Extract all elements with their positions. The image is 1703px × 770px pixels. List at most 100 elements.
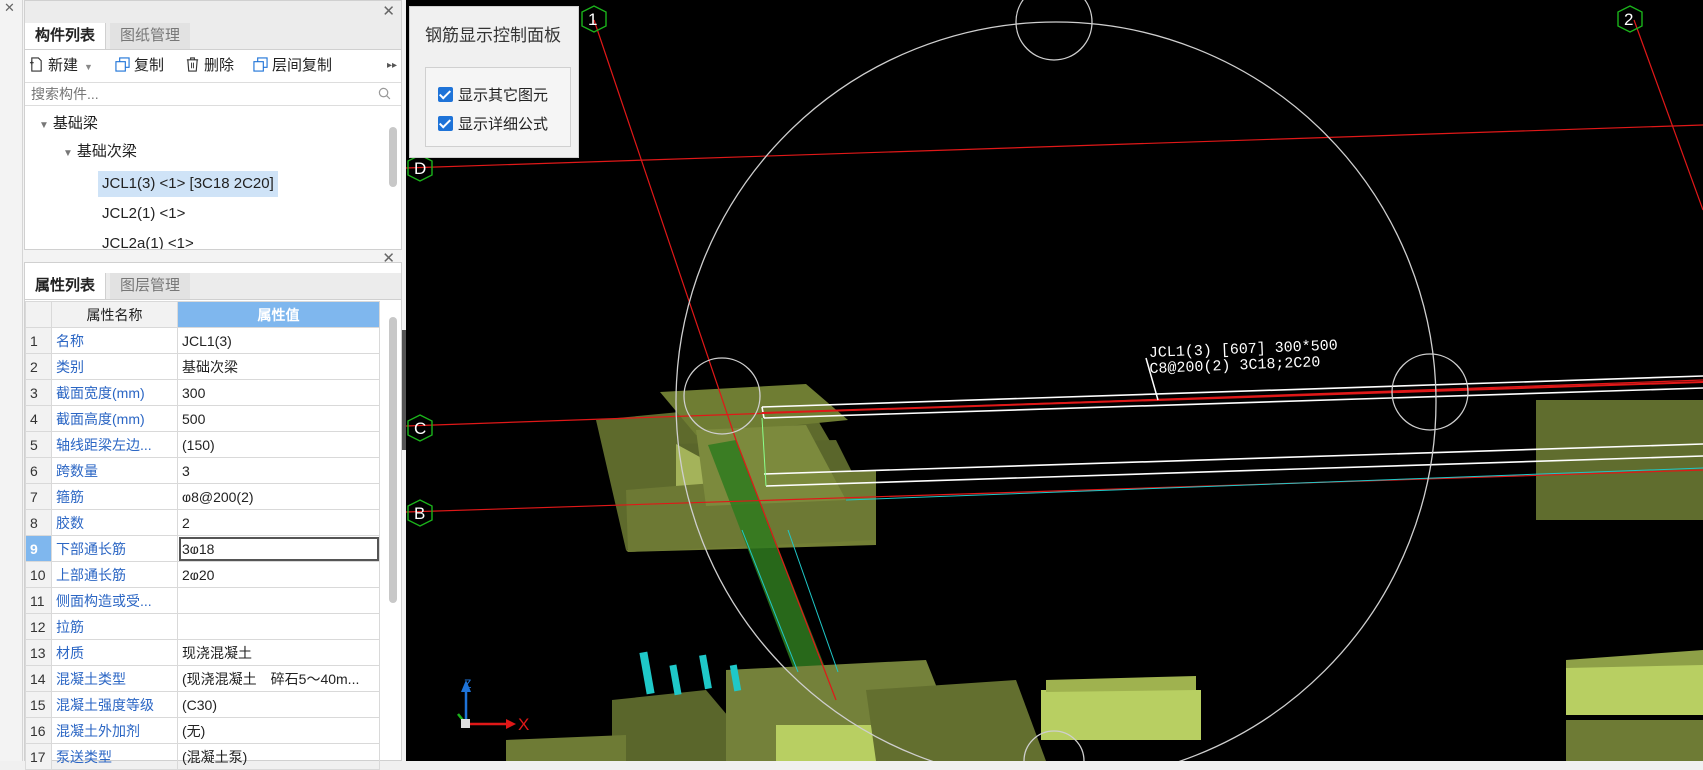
property-value[interactable]: (150) (177, 431, 380, 458)
table-row[interactable]: 6 跨数量 3 (25, 457, 380, 484)
caret-down-icon[interactable]: ▼ (39, 120, 49, 131)
left-dock: ✕ ✕ 构件列表 图纸管理 新建 ▼ 复制 删除 层间复制 ▸▸ 搜索构件...… (0, 0, 404, 770)
table-row[interactable]: 4 截面高度(mm) 500 (25, 405, 380, 432)
tree-item-jcl2a[interactable]: JCL2a(1) <1> (102, 231, 194, 249)
property-name: 轴线距梁左边... (51, 431, 178, 458)
floor-copy-button[interactable]: 层间复制 (253, 56, 332, 76)
copy-button[interactable]: 复制 (115, 56, 164, 76)
property-rows: 1 名称 JCL1(3) 2 类别 基础次梁 3 截面宽度(mm) 300 4 截面高度(mm) 50… (25, 327, 380, 770)
table-row[interactable]: 15 混凝土强度等级 (C30) (25, 691, 380, 718)
property-name: 混凝土强度等级 (51, 691, 178, 718)
property-list-panel: ✕ 属性列表 图层管理 属性名称 属性值 1 名称 JCL1(3) 2 类别 基础次梁 3 截… (24, 250, 402, 770)
property-scrollbar[interactable] (389, 317, 397, 603)
table-row[interactable]: 13 材质 现浇混凝土 (25, 639, 380, 666)
property-value[interactable]: (混凝土泵) (177, 743, 380, 770)
property-name: 侧面构造或受... (51, 587, 178, 614)
axis-label-1: 1 (588, 10, 597, 29)
property-name: 截面宽度(mm) (51, 379, 178, 406)
tree-label: 基础次梁 (76, 143, 137, 160)
property-value[interactable]: ⱷ8@200(2) (177, 483, 380, 510)
caret-down-icon[interactable]: ▼ (63, 148, 73, 159)
property-value[interactable]: (C30) (177, 691, 380, 718)
scene-drawing: 1 2 D C B JCL1(3) [607] 300*500 C8@200(2… (406, 0, 1703, 761)
new-button[interactable]: 新建 ▼ (29, 56, 93, 76)
control-options-group: 显示其它图元 显示详细公式 (425, 67, 571, 147)
show-detailed-formula-checkbox[interactable]: 显示详细公式 (438, 115, 548, 135)
property-value[interactable]: 2ⱷ20 (177, 561, 380, 588)
table-row[interactable]: 1 名称 JCL1(3) (25, 327, 380, 354)
property-name: 跨数量 (51, 457, 178, 484)
property-value[interactable]: (无) (177, 717, 380, 744)
tree-node-secondary-beam[interactable]: ▼ 基础次梁 (63, 139, 137, 165)
row-number: 17 (25, 743, 52, 770)
close-icon[interactable]: ✕ (4, 0, 15, 16)
property-value[interactable]: JCL1(3) (177, 327, 380, 354)
table-row[interactable]: 5 轴线距梁左边... (150) (25, 431, 380, 458)
property-value[interactable] (177, 587, 380, 614)
property-name: 混凝土外加剂 (51, 717, 178, 744)
table-row[interactable]: 9 下部通长筋 3ⱷ18 (25, 535, 380, 562)
column-header-name: 属性名称 (51, 301, 178, 328)
tab-property-list[interactable]: 属性列表 (25, 273, 107, 299)
table-row[interactable]: 12 拉筋 (25, 613, 380, 640)
row-number: 9 (25, 535, 52, 562)
row-number: 16 (25, 717, 52, 744)
property-value[interactable] (177, 613, 380, 640)
property-value[interactable]: (现浇混凝土 碎石5～40m... (177, 665, 380, 692)
property-name: 下部通长筋 (51, 535, 178, 562)
tab-component-list[interactable]: 构件列表 (25, 23, 107, 49)
property-value[interactable]: 基础次梁 (177, 353, 380, 380)
show-other-elements-checkbox[interactable]: 显示其它图元 (438, 86, 548, 106)
beam-label: JCL1(3) [607] 300*500 C8@200(2) 3C18;2C2… (1149, 337, 1339, 378)
table-row[interactable]: 3 截面宽度(mm) 300 (25, 379, 380, 406)
table-row[interactable]: 17 泵送类型 (混凝土泵) (25, 743, 380, 770)
table-row[interactable]: 16 混凝土外加剂 (无) (25, 717, 380, 744)
delete-button[interactable]: 删除 (185, 56, 234, 76)
row-number: 1 (25, 327, 52, 354)
tree-item-jcl2[interactable]: JCL2(1) <1> (102, 201, 185, 227)
component-tabs: 构件列表 图纸管理 (25, 23, 401, 50)
row-number: 11 (25, 587, 52, 614)
search-icon[interactable] (378, 87, 391, 100)
axis-label-c: C (414, 419, 426, 438)
table-row[interactable]: 2 类别 基础次梁 (25, 353, 380, 380)
axis-grid-lines (406, 19, 1703, 701)
property-value[interactable]: 500 (177, 405, 380, 432)
property-value[interactable]: 3ⱷ18 (177, 535, 380, 562)
property-name: 拉筋 (51, 613, 178, 640)
table-row[interactable]: 14 混凝土类型 (现浇混凝土 碎石5～40m... (25, 665, 380, 692)
property-name: 箍筋 (51, 483, 178, 510)
tab-drawing-management[interactable]: 图纸管理 (110, 23, 191, 49)
property-value[interactable]: 3 (177, 457, 380, 484)
row-number: 4 (25, 405, 52, 432)
checkbox-checked-icon[interactable] (438, 87, 453, 102)
close-icon[interactable]: ✕ (382, 2, 395, 20)
table-row[interactable]: 8 胶数 2 (25, 509, 380, 536)
tree-scrollbar[interactable] (389, 127, 397, 187)
column-header-value: 属性值 (177, 301, 380, 328)
new-label: 新建 (48, 57, 79, 74)
tab-layer-management[interactable]: 图层管理 (110, 273, 191, 299)
tree-node-foundation-beam[interactable]: ▼ 基础梁 (39, 111, 98, 137)
row-number: 3 (25, 379, 52, 406)
table-row[interactable]: 10 上部通长筋 2ⱷ20 (25, 561, 380, 588)
tree-item-jcl1[interactable]: JCL1(3) <1> [3C18 2C20] (98, 171, 278, 197)
coordinate-axes: X Z (457, 677, 529, 734)
table-row[interactable]: 7 箍筋 ⱷ8@200(2) (25, 483, 380, 510)
close-icon[interactable]: ✕ (382, 249, 395, 267)
property-value[interactable]: 2 (177, 509, 380, 536)
floor-copy-icon (253, 57, 268, 72)
rebar-display-control-panel: 钢筋显示控制面板 显示其它图元 显示详细公式 (409, 6, 579, 158)
chevron-down-icon[interactable]: ▼ (84, 62, 93, 72)
property-value[interactable]: 现浇混凝土 (177, 639, 380, 666)
more-arrow-icon[interactable]: ▸▸ (387, 56, 397, 76)
table-row[interactable]: 11 侧面构造或受... (25, 587, 380, 614)
property-value[interactable]: 300 (177, 379, 380, 406)
row-number: 14 (25, 665, 52, 692)
row-number: 12 (25, 613, 52, 640)
3d-viewport[interactable]: 1 2 D C B JCL1(3) [607] 300*500 C8@200(2… (406, 0, 1703, 761)
row-number: 5 (25, 431, 52, 458)
search-input[interactable] (29, 83, 363, 105)
checkbox-checked-icon[interactable] (438, 116, 453, 131)
row-number: 15 (25, 691, 52, 718)
